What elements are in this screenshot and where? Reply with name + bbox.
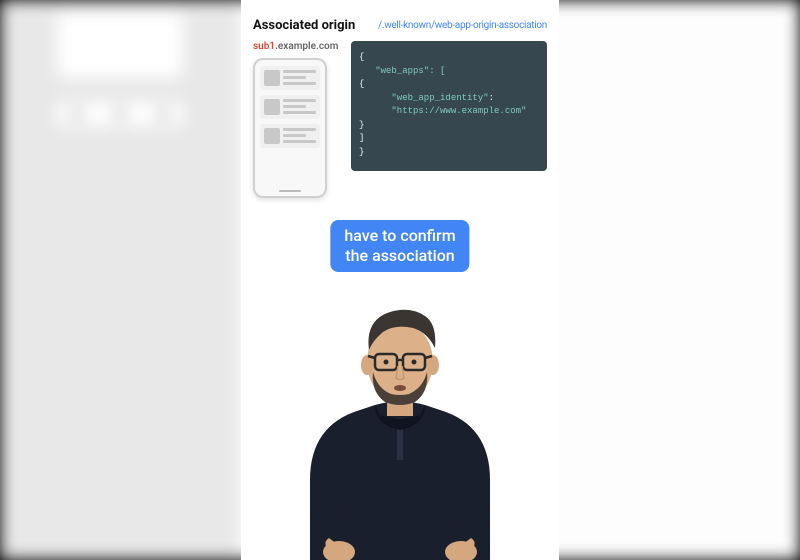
code-line: "web_apps": [ — [359, 65, 539, 79]
subdomain-prefix: sub1 — [253, 41, 275, 52]
code-line: "https://www.example.com" — [359, 105, 539, 119]
code-line: { — [359, 51, 539, 65]
slide-heading: Associated origin — [253, 18, 355, 33]
code-line: "web_app_identity": — [359, 92, 539, 106]
subdomain-label: sub1.example.com — [253, 41, 341, 52]
subdomain-domain: .example.com — [275, 41, 338, 52]
well-known-path: /.well-known/web-app-origin-association — [378, 20, 547, 31]
list-item — [260, 124, 320, 148]
code-line: ] — [359, 132, 539, 146]
presenter — [241, 270, 559, 560]
code-line: } — [359, 119, 539, 133]
video-frame: Associated origin /.well-known/web-app-o… — [241, 0, 559, 560]
code-snippet: { "web_apps": [ { "web_app_identity": "h… — [351, 41, 547, 171]
phone-mockup — [253, 58, 327, 198]
caption-line-1: have to confirm — [344, 226, 455, 245]
list-item — [260, 66, 320, 90]
presenter-figure — [265, 270, 535, 560]
code-line: } — [359, 146, 539, 160]
list-item — [260, 95, 320, 119]
code-line: { — [359, 78, 539, 92]
caption: have to confirm the association — [330, 220, 469, 272]
caption-line-2: the association — [345, 246, 454, 265]
